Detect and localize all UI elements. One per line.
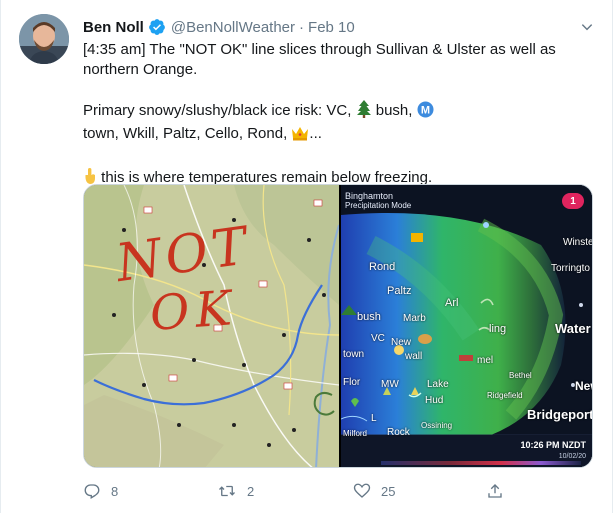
tweet-line: [4:35 am] The "NOT OK" line slices throu…	[83, 41, 556, 58]
radar-label: Rock	[387, 427, 410, 438]
radar-label: Water	[555, 321, 591, 336]
radar-label: mel	[477, 355, 494, 366]
tweet-card[interactable]: Ben Noll @BenNollWeather · Feb 10 [4:35 …	[0, 0, 613, 513]
radar-label: ling	[489, 323, 507, 335]
radar-image[interactable]: Binghamton Precipitation Mode 1 Winste R…	[341, 185, 593, 467]
radar-time: 10:26 PM NZDT	[520, 440, 586, 450]
radar-label: MW	[381, 379, 399, 390]
radar-label: Marb	[403, 313, 426, 324]
radar-label: VC	[371, 333, 385, 344]
author-handle[interactable]: @BenNollWeather	[171, 19, 295, 36]
radar-label: bush	[357, 311, 381, 323]
radar-label: L	[371, 413, 377, 424]
tweet-header: Ben Noll @BenNollWeather · Feb 10	[83, 16, 355, 38]
svg-text:M: M	[421, 104, 430, 116]
radar-label: New	[391, 337, 412, 348]
heart-icon	[353, 483, 371, 498]
evergreen-tree-icon	[356, 100, 372, 124]
avatar[interactable]	[19, 14, 69, 64]
radar-notification-badge[interactable]: 1	[562, 193, 584, 209]
radar-label: Torringto	[551, 263, 590, 274]
reply-icon	[84, 484, 100, 499]
radar-label: town	[343, 349, 365, 360]
like-button[interactable]: 25	[353, 482, 395, 500]
chevron-down-icon[interactable]	[576, 16, 598, 38]
tweet-text: [4:35 am] The "NOT OK" line slices throu…	[83, 40, 593, 191]
media-container[interactable]: NOT OK Binghamton Precipitation Mode 1 W…	[83, 184, 593, 468]
retweet-icon	[219, 485, 235, 497]
tweet-line: northern Orange.	[83, 61, 198, 78]
radar-label: Ossining	[421, 421, 453, 430]
radar-label: Lake	[427, 379, 449, 390]
radar-label: Flor	[343, 377, 361, 388]
radar-title: Binghamton Precipitation Mode	[345, 191, 412, 210]
separator-dot: ·	[299, 18, 305, 36]
radar-label: Winste	[563, 237, 593, 248]
radar-label: Bridgeport	[527, 407, 593, 422]
like-count: 25	[381, 483, 396, 499]
radar-label: Bethel	[509, 371, 532, 380]
ok-annotation: OK	[148, 280, 240, 342]
annotated-map-image[interactable]: NOT OK	[84, 185, 340, 467]
retweet-count: 2	[247, 483, 255, 499]
radar-label: New	[575, 379, 592, 393]
radar-label: Milford	[343, 429, 368, 438]
verified-badge-icon	[148, 18, 166, 36]
radar-date: 10/02/20	[558, 453, 586, 460]
reply-count: 8	[111, 483, 119, 499]
radar-label: Hud	[425, 395, 444, 406]
radar-label: Ridgefield	[487, 391, 523, 400]
metro-m-icon: M	[417, 101, 434, 124]
radar-label: wall	[405, 351, 423, 362]
share-icon	[488, 484, 502, 498]
crown-icon	[291, 125, 309, 147]
radar-label: Paltz	[387, 285, 412, 297]
tweet-line: town, Wkill, Paltz, Cello, Rond, ...	[83, 124, 593, 147]
tweet-date[interactable]: Feb 10	[308, 19, 355, 36]
author-name[interactable]: Ben Noll	[83, 19, 144, 36]
radar-label: Rond	[369, 261, 396, 273]
reply-button[interactable]: 8	[83, 482, 118, 500]
tweet-actions: 8 2 25	[83, 480, 523, 502]
retweet-button[interactable]: 2	[217, 482, 254, 500]
tweet-line: Primary snowy/slushy/black ice risk: VC,…	[83, 100, 593, 124]
share-button[interactable]	[486, 482, 504, 500]
radar-label: Arl	[445, 297, 459, 309]
